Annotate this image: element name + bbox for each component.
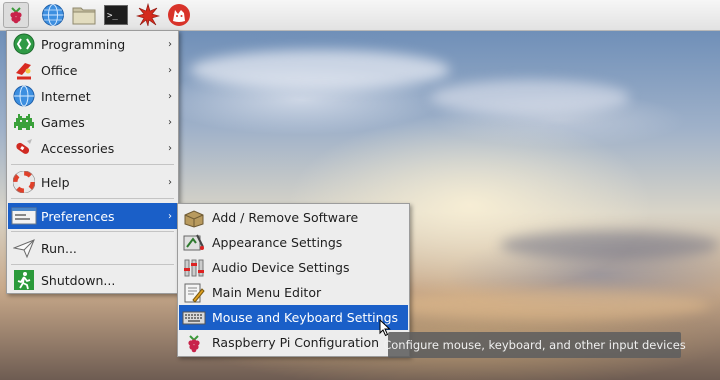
submenu-arrow-icon: ›: [168, 142, 172, 154]
menu-separator: [11, 164, 174, 165]
raspberry-icon: [181, 332, 207, 354]
menu-item-office[interactable]: Office ›: [8, 57, 177, 83]
menu-item-label: Games: [41, 114, 85, 130]
globe-icon: [42, 4, 64, 26]
swiss-knife-icon: [10, 136, 38, 160]
submenu-item-appearance-settings[interactable]: Appearance Settings: [179, 230, 408, 255]
keyboard-icon: [181, 307, 207, 329]
menu-item-label: Run...: [41, 240, 77, 256]
submenu-item-label: Raspberry Pi Configuration: [212, 335, 380, 350]
wolfram-button[interactable]: [166, 2, 192, 28]
menu-item-programming[interactable]: Programming ›: [8, 31, 177, 57]
programming-icon: [10, 32, 38, 56]
submenu-arrow-icon: ›: [168, 176, 172, 188]
menu-editor-icon: [181, 282, 207, 304]
submenu-item-raspberry-pi-configuration[interactable]: Raspberry Pi Configuration: [179, 330, 408, 355]
wolf-icon: [168, 4, 190, 26]
menu-separator: [11, 231, 174, 232]
menu-item-label: Shutdown...: [41, 272, 116, 288]
menu-item-preferences[interactable]: Preferences ›: [8, 203, 177, 229]
submenu-item-label: Add / Remove Software: [212, 210, 359, 225]
submenu-item-audio-device-settings[interactable]: Audio Device Settings: [179, 255, 408, 280]
mixer-icon: [181, 257, 207, 279]
menu-item-shutdown[interactable]: Shutdown...: [8, 267, 177, 293]
menu-separator: [11, 198, 174, 199]
menu-item-label: Preferences: [41, 208, 115, 224]
paper-plane-icon: [10, 236, 38, 260]
raspberry-icon: [10, 7, 22, 24]
submenu-item-label: Main Menu Editor: [212, 285, 322, 300]
taskbar: >_: [0, 0, 720, 31]
submenu-item-label: Appearance Settings: [212, 235, 343, 250]
menu-item-label: Internet: [41, 88, 91, 104]
preferences-icon: [10, 204, 38, 228]
menu-item-help[interactable]: Help ›: [8, 169, 177, 195]
submenu-item-label: Mouse and Keyboard Settings: [212, 310, 399, 325]
lifebuoy-icon: [10, 170, 38, 194]
menu-item-label: Accessories: [41, 140, 115, 156]
terminal-prompt: >_: [107, 11, 118, 21]
menu-item-label: Help: [41, 174, 70, 190]
web-browser-button[interactable]: [40, 2, 66, 28]
submenu-arrow-icon: ›: [168, 210, 172, 222]
preferences-submenu: Add / Remove Software Appearance Setting…: [177, 203, 410, 357]
submenu-item-mouse-keyboard-settings[interactable]: Mouse and Keyboard Settings: [179, 305, 408, 330]
raspberry-menu-button[interactable]: [3, 2, 29, 28]
office-icon: [10, 58, 38, 82]
submenu-arrow-icon: ›: [168, 90, 172, 102]
terminal-button[interactable]: >_: [103, 2, 129, 28]
terminal-icon: >_: [104, 5, 128, 25]
submenu-item-main-menu-editor[interactable]: Main Menu Editor: [179, 280, 408, 305]
appearance-icon: [181, 232, 207, 254]
menu-item-label: Office: [41, 62, 78, 78]
submenu-arrow-icon: ›: [168, 64, 172, 76]
submenu-item-add-remove-software[interactable]: Add / Remove Software: [179, 205, 408, 230]
tooltip: Configure mouse, keyboard, and other inp…: [383, 332, 686, 358]
package-icon: [181, 207, 207, 229]
menu-item-games[interactable]: Games ›: [8, 109, 177, 135]
menu-item-label: Programming: [41, 36, 126, 52]
folder-icon: [72, 7, 96, 25]
submenu-arrow-icon: ›: [168, 116, 172, 128]
mathematica-button[interactable]: [135, 2, 161, 28]
menu-separator: [11, 264, 174, 265]
menu-item-accessories[interactable]: Accessories ›: [8, 135, 177, 161]
space-invader-icon: [10, 110, 38, 134]
menu-item-run[interactable]: Run...: [8, 235, 177, 261]
spikey-icon: [136, 3, 160, 27]
file-manager-button[interactable]: [71, 2, 97, 28]
submenu-arrow-icon: ›: [168, 38, 172, 50]
globe-icon: [10, 84, 38, 108]
submenu-item-label: Audio Device Settings: [212, 260, 350, 275]
exit-icon: [10, 268, 38, 292]
applications-menu: Programming › Office › Internet › Games …: [6, 30, 179, 294]
menu-item-internet[interactable]: Internet ›: [8, 83, 177, 109]
